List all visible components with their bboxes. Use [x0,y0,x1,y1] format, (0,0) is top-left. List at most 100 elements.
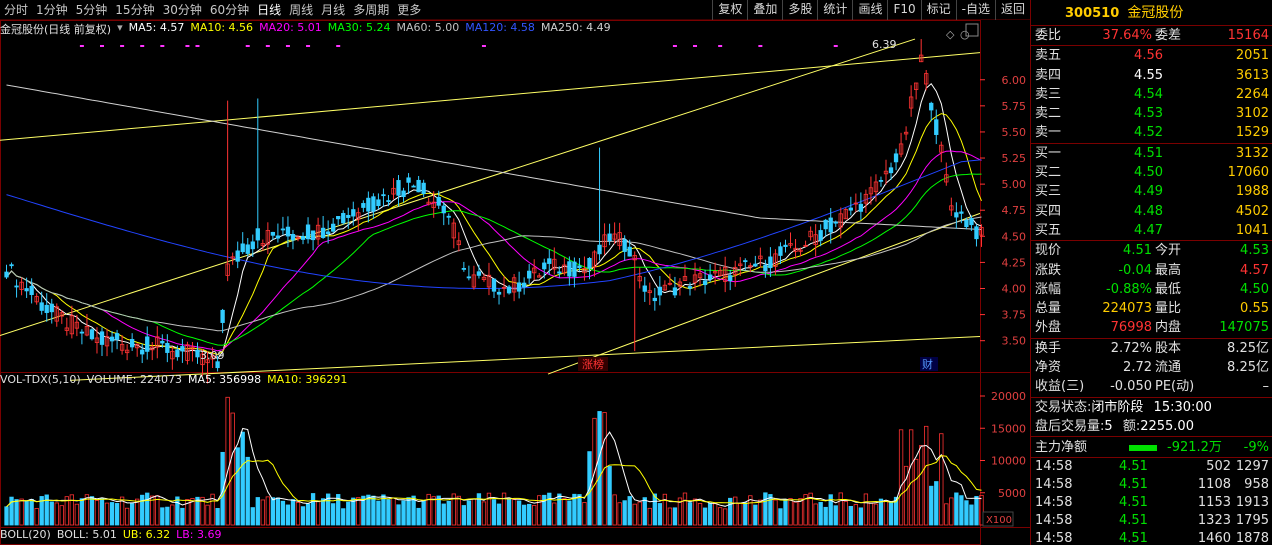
bid-row: 买二 4.50 17060 [1031,163,1272,182]
candle-body [969,218,974,226]
toolbar-button-3[interactable]: 统计 [817,0,852,20]
event-marker [79,45,84,47]
volume-bar [401,500,406,526]
tab-6[interactable]: 日线 [253,0,285,20]
volume-bar [562,498,567,526]
limit-up-marker: 涨榜 [582,357,604,371]
tab-0[interactable]: 分时 [0,0,32,20]
candle-body [336,216,341,220]
stat-row: 涨跌 -0.04 最高 4.57 [1031,261,1272,280]
bid-row-qty: 1988 [1235,184,1269,200]
ask-row-price: 4.56 [1134,48,1163,64]
tab-4[interactable]: 30分钟 [159,0,206,20]
toolbar-button-0[interactable]: 复权 [712,0,747,20]
ma-legend-dropdown-icon[interactable]: ▾ [117,21,123,37]
volume-bar [908,429,914,526]
kline-chart[interactable]: 6.00 5.75 5.50 5.25 5.00 4.75 4.50 4.25 4.00 3.75… [0,20,1030,545]
volume-bar [59,505,64,526]
toolbar-button-2[interactable]: 多股 [782,0,817,20]
stat-row: 收益(三) -0.050 PE(动) – [1031,377,1272,396]
volume-bar [642,497,647,526]
event-marker [336,45,341,47]
candle-body [401,190,406,198]
candle-body [240,243,245,253]
volume-bar [622,500,627,526]
ask-row-qty: 3102 [1235,106,1269,122]
tab-3[interactable]: 15分钟 [111,0,158,20]
candle-body [396,180,401,196]
tick-price: 4.51 [1119,512,1148,528]
volume-bar [838,492,843,526]
toolbar-button-6[interactable]: 标记 [920,0,956,20]
tick-volume: 1153 [1197,494,1231,510]
volume-bar [175,496,180,526]
volume-bar [753,504,758,526]
price-tick-label: 3.75 [1002,309,1027,322]
tab-2[interactable]: 5分钟 [72,0,112,20]
main-net-flow-label: 主力净额 [1035,439,1088,455]
tab-10[interactable]: 更多 [393,0,425,20]
volume-bar [532,505,537,526]
candle-body [542,262,547,270]
ask-row-label: 卖二 [1035,106,1062,122]
candle-body [476,271,482,276]
volume-bar [89,496,95,526]
candle-body [728,275,733,282]
volume-bar [843,501,848,526]
volume-bar [220,451,225,526]
tab-8[interactable]: 月线 [317,0,349,20]
main-net-flow-bar [1129,444,1157,451]
candle-body [14,285,19,288]
toolbar-button-7[interactable]: -自选 [955,0,995,20]
candle-body [577,265,582,269]
tab-7[interactable]: 周线 [285,0,317,20]
candle-body [657,286,663,296]
main-net-flow-row[interactable]: 主力净额 -921.2万 -9% [1031,435,1272,458]
volume-bar [582,502,587,526]
toolbar-button-1[interactable]: 叠加 [747,0,782,20]
order-ratio-label: 委比 [1035,28,1062,43]
candle-body [516,282,522,292]
boll-value: BOLL: 5.01 [56,528,117,541]
volume-bar [250,507,255,526]
volume-bar [627,496,632,526]
volume-bar [19,498,24,526]
candle-body [89,329,95,340]
low-price-label: 3.09 [200,349,225,362]
after-hours-volume: 5 [1104,418,1113,434]
volume-bar [682,492,688,526]
volume-bar [723,508,728,526]
tab-5[interactable]: 60分钟 [206,0,253,20]
candle-body [140,349,145,355]
volume-bar [124,507,130,526]
tab-9[interactable]: 多周期 [349,0,393,20]
candle-body [351,209,356,217]
volume-bar [441,503,446,526]
volume-bar [180,507,185,526]
toolbar-button-8[interactable]: 返回 [994,0,1030,20]
volume-bar [54,502,59,526]
candle-body [165,342,170,353]
tab-1[interactable]: 1分钟 [32,0,72,20]
tick-count: 1795 [1235,512,1269,528]
ask-row-qty: 3613 [1235,67,1269,83]
volume-ma5: MA5: 356998 [187,373,262,386]
event-marker [140,45,145,47]
candle-body [235,250,240,262]
ask-row-label: 卖三 [1035,86,1062,102]
candle-body [285,226,291,237]
volume-ma10: MA10: 396291 [267,373,348,386]
trade-time: 15:30:00 [1153,399,1212,415]
candle-body [858,203,864,212]
toolbar-button-5[interactable]: F10 [887,0,920,20]
stock-title: 300510 金冠股份 [1031,0,1272,26]
volume-bar [768,494,773,526]
candle-body [491,278,497,292]
volume-tick-label: 20000 [991,390,1026,403]
volume-bar [557,493,562,526]
toolbar-button-4[interactable]: 画线 [852,0,887,20]
kline-chart-pane[interactable]: 6.00 5.75 5.50 5.25 5.00 4.75 4.50 4.25 4.00 3.75… [0,20,1030,545]
candle-body [421,182,426,194]
candle-body [567,261,572,277]
candle-body [180,346,185,352]
